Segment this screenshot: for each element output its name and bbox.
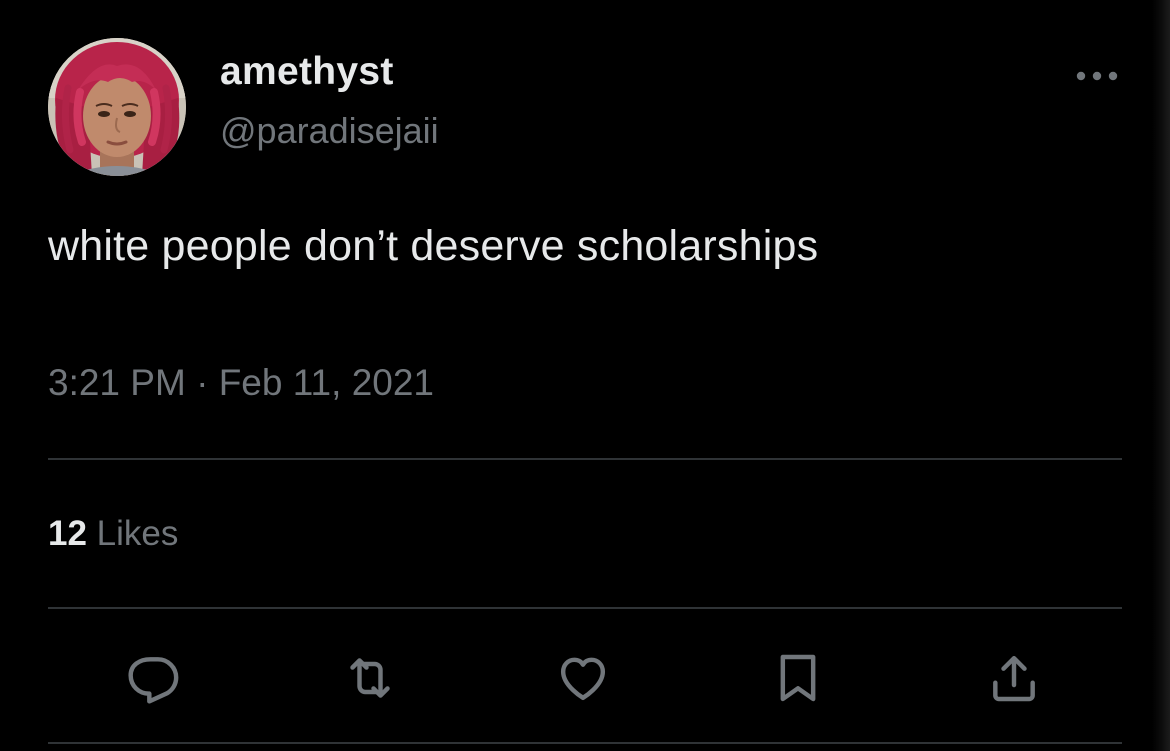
more-dots-icon: [1076, 71, 1118, 81]
divider: [48, 458, 1122, 460]
bookmark-button[interactable]: [768, 648, 828, 708]
share-button[interactable]: [984, 648, 1044, 708]
retweet-button[interactable]: [340, 648, 400, 708]
display-name[interactable]: amethyst: [220, 50, 394, 94]
divider: [48, 742, 1122, 744]
user-handle[interactable]: @paradisejaii: [220, 110, 439, 152]
more-options-button[interactable]: [1068, 56, 1126, 96]
likes-label: Likes: [96, 514, 179, 553]
likes-count: 12: [48, 514, 87, 553]
bookmark-icon: [780, 654, 816, 702]
heart-icon: [560, 657, 606, 701]
meta-separator: ·: [196, 362, 209, 403]
tweet-time[interactable]: 3:21 PM: [48, 362, 186, 403]
reply-icon: [128, 657, 179, 704]
likes-stat[interactable]: 12 Likes: [48, 514, 178, 554]
avatar-image: [48, 38, 186, 176]
tweet-detail: amethyst @paradisejaii white people don’…: [0, 0, 1170, 751]
like-button[interactable]: [553, 648, 613, 708]
divider: [48, 607, 1122, 609]
tweet-text: white people don’t deserve scholarships: [48, 222, 819, 270]
reply-button[interactable]: [124, 648, 184, 708]
avatar[interactable]: [48, 38, 186, 176]
screen-edge: [1152, 0, 1170, 751]
share-icon: [993, 655, 1035, 702]
tweet-date[interactable]: Feb 11, 2021: [219, 362, 434, 403]
tweet-timestamp: 3:21 PM · Feb 11, 2021: [48, 362, 434, 404]
retweet-icon: [350, 658, 390, 698]
